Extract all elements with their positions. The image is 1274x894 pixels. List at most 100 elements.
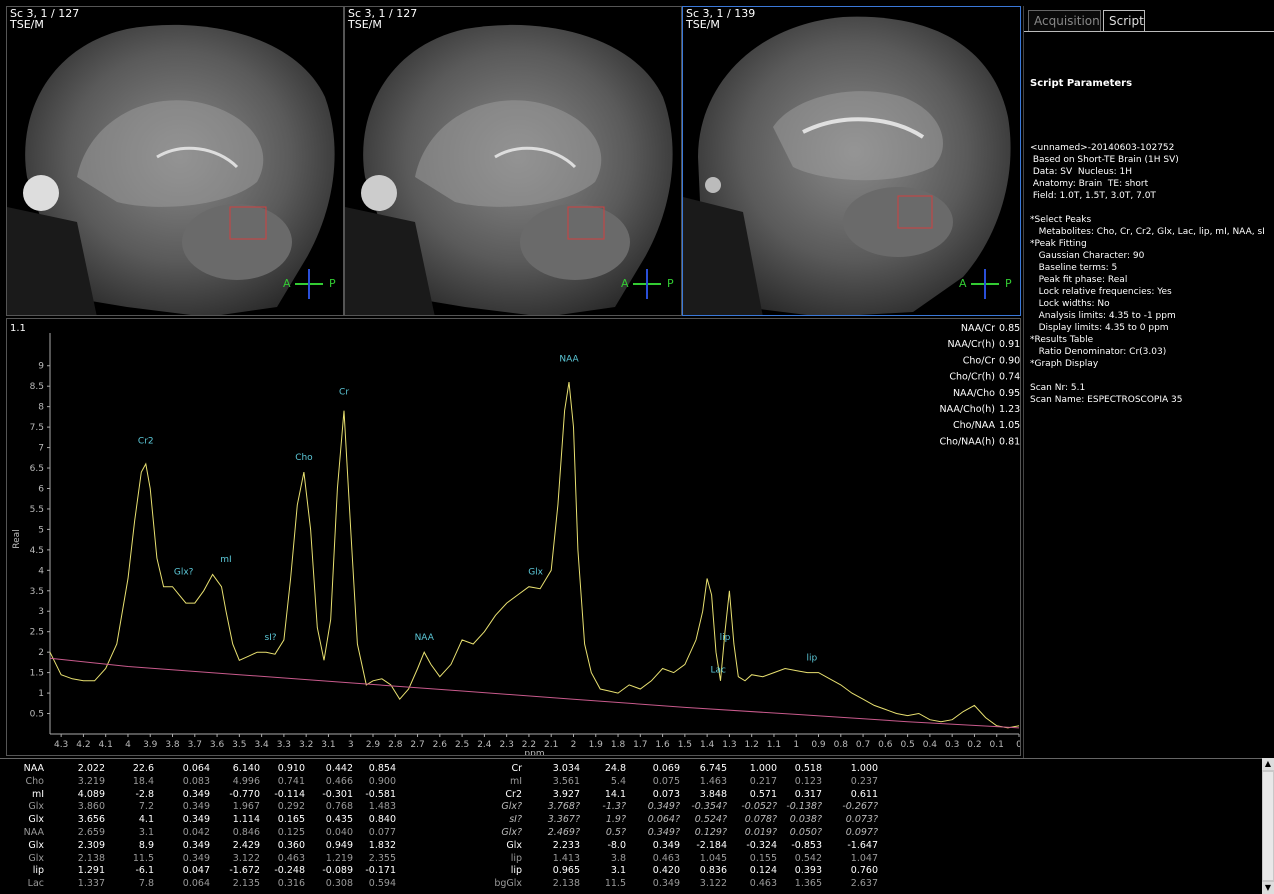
- table-cell: 2.637: [850, 878, 878, 890]
- table-cell: 14.1: [604, 788, 626, 800]
- mri-viewport-3[interactable]: Sc 3, 1 / 139 TSE/M A P: [682, 6, 1021, 316]
- x-tick-label: 1.8: [611, 740, 626, 750]
- script-line: Lock relative frequencies: Yes: [1030, 287, 1172, 297]
- table-cell: -8.0: [607, 839, 626, 851]
- table-cell: 5.4: [610, 775, 626, 787]
- x-tick-label: 0.3: [945, 740, 959, 750]
- metabolite-name: lip: [510, 865, 522, 877]
- y-tick-label: 2.5: [30, 628, 44, 638]
- x-tick-label: 0.9: [811, 740, 826, 750]
- peak-label: NAA: [559, 355, 579, 365]
- table-cell: 3.1: [610, 865, 626, 877]
- orientation-anterior: A: [621, 277, 629, 290]
- x-tick-label: 2.8: [388, 740, 403, 750]
- script-line: Anatomy: Brain TE: short: [1030, 179, 1149, 189]
- peak-label: Cr2: [138, 436, 154, 446]
- x-tick-label: 3.7: [188, 740, 202, 750]
- y-tick-label: 4.5: [30, 546, 44, 556]
- script-line: Baseline terms: 5: [1030, 263, 1118, 273]
- metabolite-name: sI?: [509, 814, 522, 826]
- ratio-name: NAA/Cho: [953, 388, 995, 399]
- y-tick-label: 3.5: [30, 587, 44, 597]
- x-tick-label: 1.7: [633, 740, 647, 750]
- mri-viewport-2[interactable]: Sc 3, 1 / 127 TSE/M A P: [344, 6, 682, 316]
- x-tick-label: 4.1: [99, 740, 113, 750]
- table-cell: -0.267?: [842, 801, 878, 813]
- scroll-up-icon[interactable]: ▲: [1262, 758, 1274, 770]
- script-line: Field: 1.0T, 1.5T, 3.0T, 7.0T: [1030, 191, 1156, 201]
- scroll-down-icon[interactable]: ▼: [1262, 882, 1274, 894]
- x-tick-label: 2.7: [410, 740, 424, 750]
- x-tick-label: 0.5: [900, 740, 914, 750]
- table-cell: 3.8: [610, 852, 626, 864]
- script-line: *Peak Fitting: [1030, 239, 1087, 249]
- metabolite-name: mI: [509, 775, 522, 787]
- spectrum-panel[interactable]: 0.5 1 1.5 2 2.5 3 3.5 4 4.5 5 5.5 6 6.5 7 7.5 8 8.5 9 4.3 4…: [6, 318, 1021, 756]
- x-axis-label: ppm: [524, 749, 544, 755]
- script-line: Peak fit phase: Real: [1030, 275, 1128, 285]
- tab-script[interactable]: Script: [1103, 10, 1145, 32]
- script-line: Gaussian Character: 90: [1030, 251, 1145, 261]
- table-row: lip 1.413 3.8 0.463 1.045 0.155 0.542 1.047: [0, 853, 1000, 866]
- x-tick-label: 3.2: [299, 740, 313, 750]
- peak-label: lip: [720, 633, 731, 643]
- table-cell: -0.853: [791, 839, 822, 851]
- ratio-value: 1.23: [999, 404, 1020, 415]
- table-cell: -1.647: [847, 839, 878, 851]
- x-tick-label: 0.2: [967, 740, 981, 750]
- viewport-label: Sc 3, 1 / 139 TSE/M: [686, 7, 756, 31]
- mri-viewport-1[interactable]: Sc 3, 1 / 127 TSE/M A P: [6, 6, 344, 316]
- x-tick-label: 3.8: [165, 740, 180, 750]
- table-scrollbar[interactable]: ▲ ▼: [1262, 758, 1274, 894]
- peak-label: mI: [220, 555, 231, 565]
- script-parameters: Script Parameters <unnamed>-20140603-102…: [1030, 54, 1265, 430]
- x-tick-label: 0.4: [923, 740, 938, 750]
- scroll-thumb[interactable]: [1263, 772, 1273, 880]
- x-tick-label: 3.9: [143, 740, 158, 750]
- table-row: Cr 3.034 24.8 0.069 6.745 1.000 0.518 1.000: [0, 763, 1000, 776]
- y-tick-label: 0.5: [30, 710, 44, 720]
- spectrum-chart[interactable]: 0.5 1 1.5 2 2.5 3 3.5 4 4.5 5 5.5 6 6.5 7 7.5 8 8.5 9 4.3 4…: [7, 319, 1020, 755]
- x-tick-label: 1.9: [589, 740, 604, 750]
- y-tick-label: 6: [38, 484, 44, 494]
- metabolite-name: Cr2: [505, 788, 522, 800]
- script-line: Scan Name: ESPECTROSCOPIA 35: [1030, 395, 1183, 405]
- table-cell: 24.8: [604, 763, 626, 774]
- orientation-vertical-axis: [646, 269, 648, 299]
- viewport-label: Sc 3, 1 / 127 TSE/M: [10, 7, 80, 31]
- tab-acquisition[interactable]: Acquisition: [1028, 10, 1101, 32]
- y-tick-label: 7: [38, 444, 44, 454]
- script-line: Display limits: 4.35 to 0 ppm: [1030, 323, 1169, 333]
- table-cell: 1.365: [794, 878, 822, 890]
- x-tick-label: 0.7: [856, 740, 870, 750]
- x-tick-label: 0.6: [878, 740, 893, 750]
- script-line: [1030, 370, 1265, 382]
- ratio-value: 0.85: [999, 323, 1020, 334]
- y-tick-label: 6.5: [30, 464, 44, 474]
- ratio-value: 1.05: [999, 420, 1020, 431]
- ratio-value: 0.81: [999, 436, 1020, 447]
- ratio-name: Cho/NAA(h): [940, 436, 995, 447]
- table-cell: 11.5: [604, 878, 626, 890]
- table-cell: 1.047: [850, 852, 878, 864]
- table-cell: -0.138?: [786, 801, 822, 813]
- tab-divider: [1024, 31, 1274, 32]
- peak-label: Glx: [528, 567, 543, 577]
- x-tick-label: 1.6: [655, 740, 670, 750]
- ratio-name: NAA/Cr: [961, 323, 995, 334]
- x-tick-label: 3.1: [321, 740, 335, 750]
- ratio-value: 0.91: [999, 339, 1020, 350]
- table-cell: 0.760: [850, 865, 878, 877]
- script-lines: <unnamed>-20140603-102752 Based on Short…: [1030, 142, 1265, 406]
- viewport-label: Sc 3, 1 / 127 TSE/M: [348, 7, 418, 31]
- table-row: Glx? 2.469? 0.5? 0.349? 0.129? 0.019? 0.050? 0.…: [0, 827, 1000, 840]
- ratio-value: 0.95: [999, 388, 1020, 399]
- x-tick-label: 1.3: [722, 740, 736, 750]
- table-cell: 0.542: [794, 852, 822, 864]
- x-tick-label: 0.1: [990, 740, 1004, 750]
- x-tick-label: 4: [125, 740, 131, 750]
- table-row: Glx? 3.768? -1.3? 0.349? -0.354? -0.052? -0.13…: [0, 801, 1000, 814]
- baseline-line: [49, 657, 1020, 729]
- x-tick-label: 4.2: [76, 740, 90, 750]
- x-tick-label: 2.3: [499, 740, 513, 750]
